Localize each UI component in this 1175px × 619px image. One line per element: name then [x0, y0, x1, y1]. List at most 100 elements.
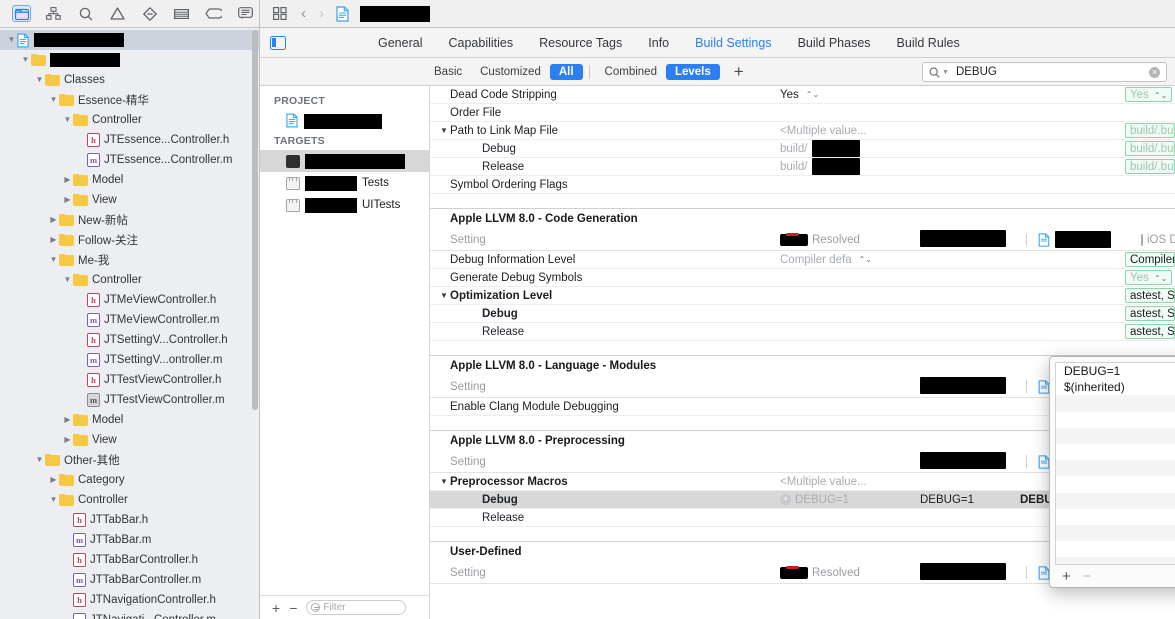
- navigator-row[interactable]: m JTTabBarController.m: [0, 570, 259, 590]
- settings-row[interactable]: Dead Code Stripping Yes ⌃⌄ Yes ⌃⌄: [430, 86, 1175, 104]
- macro-empty-row[interactable]: [1056, 492, 1175, 509]
- navigator-row[interactable]: m JTNavigati...Controller.m: [0, 610, 259, 619]
- navigator-row[interactable]: Me-我: [0, 250, 259, 270]
- navigator-row[interactable]: h JTTabBar.h: [0, 510, 259, 530]
- settings-row[interactable]: Debug build/build/.build/: [430, 140, 1175, 158]
- navigator-row[interactable]: Model: [0, 410, 259, 430]
- settings-row[interactable]: Order File: [430, 104, 1175, 122]
- tab-build-settings[interactable]: Build Settings: [695, 36, 771, 50]
- breakpoint-navigator-icon[interactable]: [204, 5, 223, 22]
- ios-default-value-cell[interactable]: Compiler de: [1125, 252, 1175, 267]
- settings-row[interactable]: Debug astest, Sma: [430, 305, 1175, 323]
- navigator-row[interactable]: h JTEssence...Controller.h: [0, 130, 259, 150]
- navigator-row[interactable]: m JTEssence...Controller.m: [0, 150, 259, 170]
- navigator-row[interactable]: Controller: [0, 110, 259, 130]
- add-macro-button[interactable]: +: [1062, 569, 1071, 584]
- settings-row[interactable]: Optimization Level astest, Sma: [430, 287, 1175, 305]
- resolved-value-cell[interactable]: build/: [780, 158, 920, 175]
- jump-bar-document-name[interactable]: [360, 5, 430, 22]
- target-value-cell[interactable]: DEBUG=1: [920, 494, 1020, 506]
- clear-search-icon[interactable]: ×: [1149, 66, 1160, 78]
- resolved-value-cell[interactable]: build/: [780, 140, 920, 157]
- disclosure-triangle-icon[interactable]: [62, 176, 73, 184]
- project-list-item[interactable]: [260, 110, 429, 132]
- ios-default-value-cell[interactable]: build/.build/: [1125, 159, 1175, 174]
- target-list-item[interactable]: [260, 150, 429, 172]
- navigator-row[interactable]: Classes: [0, 70, 259, 90]
- resolved-value-cell[interactable]: Yes ⌃⌄: [780, 89, 920, 101]
- issue-navigator-icon[interactable]: [108, 5, 127, 22]
- settings-column-header[interactable]: Setting Resolved iOS Defa: [430, 229, 1175, 251]
- filter-segment-levels[interactable]: Levels: [665, 63, 720, 80]
- tab-build-rules[interactable]: Build Rules: [897, 36, 960, 50]
- settings-row[interactable]: Release build/build/.build/: [430, 158, 1175, 176]
- target-value-cell[interactable]: [920, 376, 1020, 397]
- macro-value-list[interactable]: DEBUG=1 $(inherited): [1055, 362, 1175, 565]
- navigator-row[interactable]: h JTSettingV...Controller.h: [0, 330, 259, 350]
- disclosure-triangle-icon[interactable]: [34, 456, 45, 464]
- add-setting-button[interactable]: +: [734, 63, 744, 80]
- value-stepper-icon[interactable]: ⌃⌄: [806, 90, 819, 99]
- navigator-row[interactable]: m JTTestViewController.m: [0, 390, 259, 410]
- resolved-value-cell[interactable]: Resolved: [780, 232, 920, 246]
- resolved-value-cell[interactable]: + DEBUG=1: [780, 494, 920, 506]
- ios-default-value-cell[interactable]: astest, Sma: [1125, 324, 1175, 339]
- macro-value-row[interactable]: $(inherited): [1056, 379, 1175, 395]
- tab-info[interactable]: Info: [648, 36, 669, 50]
- navigator-row[interactable]: Category: [0, 470, 259, 490]
- disclosure-triangle-icon[interactable]: [62, 436, 73, 444]
- settings-row[interactable]: Symbol Ordering Flags: [430, 176, 1175, 194]
- macro-value-row[interactable]: DEBUG=1: [1056, 363, 1175, 379]
- disclosure-triangle-icon[interactable]: [48, 236, 59, 244]
- resolved-value-cell[interactable]: <Multiple value...: [780, 125, 920, 137]
- macro-empty-row[interactable]: [1056, 557, 1175, 564]
- value-stepper-icon[interactable]: ⌃⌄: [859, 255, 872, 264]
- disclosure-triangle-icon[interactable]: [62, 276, 73, 284]
- test-navigator-icon[interactable]: [140, 5, 159, 22]
- search-scope-chevron-down-icon[interactable]: ▼: [942, 69, 949, 76]
- resolved-value-cell[interactable]: Compiler defa ⌃⌄: [780, 254, 920, 266]
- settings-row[interactable]: Generate Debug Symbols Yes ⌃⌄: [430, 269, 1175, 287]
- ios-default-value-cell[interactable]: astest, Sma: [1125, 306, 1175, 321]
- navigator-row[interactable]: Controller: [0, 270, 259, 290]
- search-navigator-icon[interactable]: [76, 5, 95, 22]
- remove-macro-button[interactable]: −: [1083, 569, 1092, 584]
- ios-default-value-cell[interactable]: iOS Defa: [1125, 233, 1175, 246]
- disclosure-triangle-icon[interactable]: [62, 196, 73, 204]
- settings-row[interactable]: Release astest, Sma: [430, 323, 1175, 341]
- macro-empty-row[interactable]: [1056, 524, 1175, 542]
- macro-empty-row[interactable]: [1056, 476, 1175, 492]
- navigator-row[interactable]: New-新帖: [0, 210, 259, 230]
- macro-empty-row[interactable]: [1056, 509, 1175, 525]
- disclosure-triangle-icon[interactable]: [34, 76, 45, 84]
- editor-layout-icon[interactable]: [270, 5, 289, 22]
- ios-default-value-cell[interactable]: build/.build/: [1125, 123, 1175, 138]
- project-editor-toggle-icon[interactable]: [270, 35, 286, 50]
- disclosure-triangle-icon[interactable]: [20, 56, 31, 64]
- settings-group-header[interactable]: Apple LLVM 8.0 - Code Generation: [430, 209, 1175, 229]
- targets-filter-input[interactable]: Filter: [306, 600, 407, 615]
- add-target-button[interactable]: +: [272, 601, 280, 615]
- source-control-navigator-icon[interactable]: [44, 5, 63, 22]
- ios-default-value-cell[interactable]: astest, Sma: [1125, 288, 1175, 303]
- remove-target-button[interactable]: −: [289, 601, 297, 615]
- preprocessor-macros-popover[interactable]: DEBUG=1 $(inherited) + −: [1049, 356, 1175, 588]
- navigator-row[interactable]: Follow-关注: [0, 230, 259, 250]
- disclosure-triangle-icon[interactable]: [48, 476, 59, 484]
- search-input-value[interactable]: DEBUG: [956, 66, 1149, 78]
- navigator-row[interactable]: Model: [0, 170, 259, 190]
- target-value-cell[interactable]: [920, 229, 1020, 250]
- navigator-row[interactable]: m JTMeViewController.m: [0, 310, 259, 330]
- macro-empty-row[interactable]: [1056, 412, 1175, 428]
- ios-default-value-cell[interactable]: Yes ⌃⌄: [1125, 270, 1175, 285]
- settings-row[interactable]: Debug Information Level Compiler defa ⌃⌄ Co…: [430, 251, 1175, 269]
- navigator-row[interactable]: [0, 50, 259, 70]
- settings-row[interactable]: Path to Link Map File <Multiple value... b…: [430, 122, 1175, 140]
- disclosure-triangle-icon[interactable]: [48, 496, 59, 504]
- navigator-row[interactable]: Essence-精华: [0, 90, 259, 110]
- macro-empty-row[interactable]: [1056, 395, 1175, 412]
- debug-navigator-icon[interactable]: [172, 5, 191, 22]
- navigator-row[interactable]: h JTMeViewController.h: [0, 290, 259, 310]
- resolved-value-cell[interactable]: Resolved: [780, 565, 920, 579]
- target-list-item[interactable]: Tests: [260, 172, 429, 194]
